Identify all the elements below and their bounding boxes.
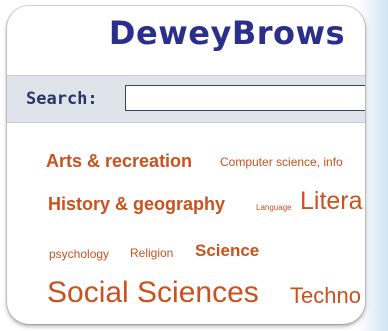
app-panel: DeweyBrows Search: Arts & recreation Com… — [7, 6, 365, 324]
screenshot-canvas: DeweyBrows Search: Arts & recreation Com… — [0, 0, 388, 331]
tag-technology[interactable]: Techno — [290, 283, 361, 309]
tag-cloud: Arts & recreation Computer science, info… — [7, 6, 365, 324]
tag-psychology[interactable]: psychology — [49, 247, 109, 261]
tag-literature[interactable]: Litera — [300, 187, 363, 216]
tag-history-geography[interactable]: History & geography — [48, 194, 225, 215]
tag-computer-science[interactable]: Computer science, info — [220, 155, 343, 169]
tag-arts-recreation[interactable]: Arts & recreation — [46, 151, 192, 172]
tag-language[interactable]: Language — [256, 203, 292, 212]
tag-social-sciences[interactable]: Social Sciences — [47, 276, 259, 310]
tag-science[interactable]: Science — [195, 241, 259, 261]
tag-religion[interactable]: Religion — [130, 246, 173, 260]
